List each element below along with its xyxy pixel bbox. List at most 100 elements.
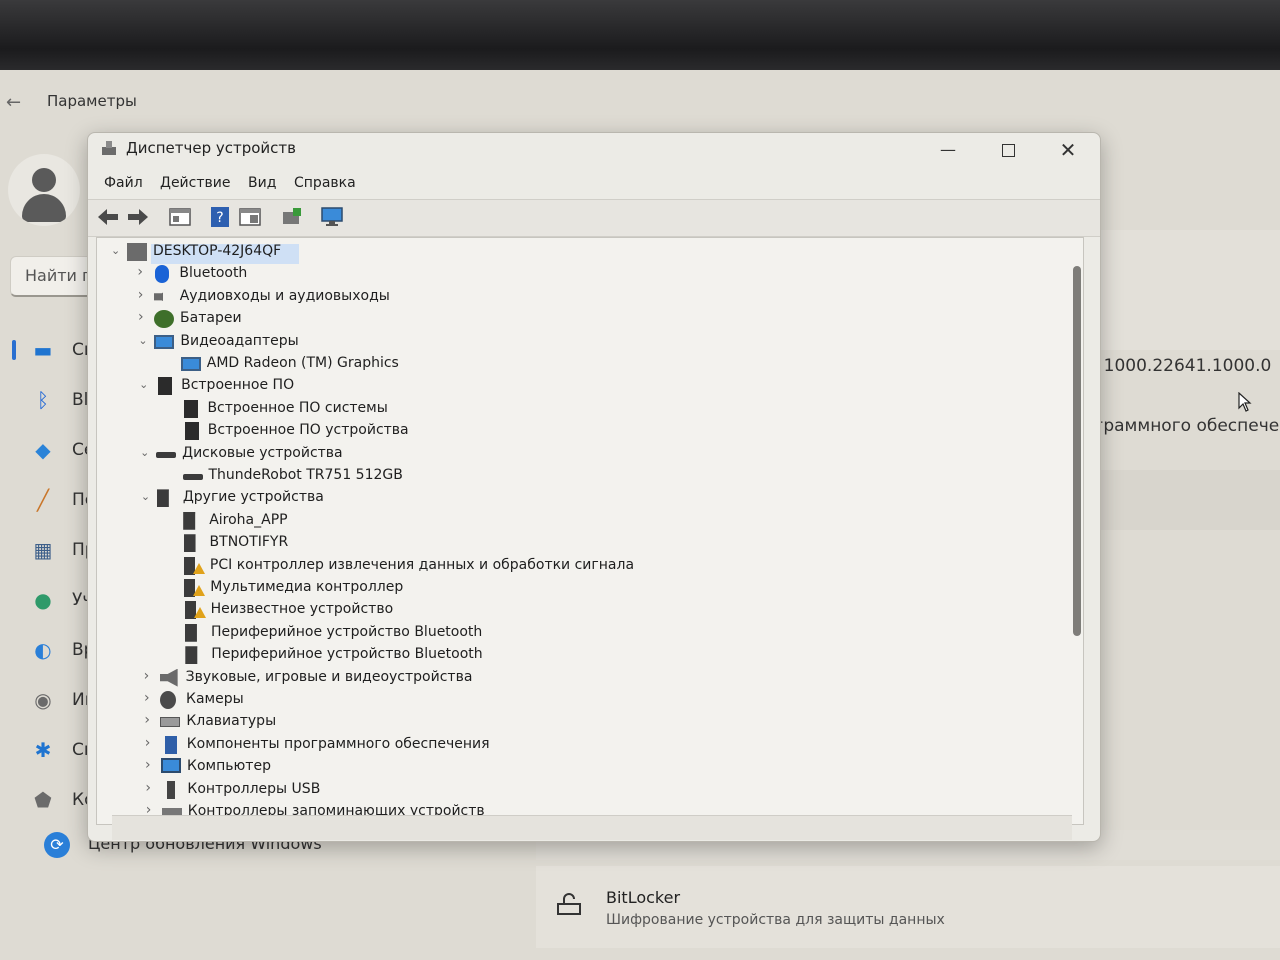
tree-item[interactable]: ⌄ Видеоадаптеры [138, 332, 1038, 354]
tree-item[interactable]: ⌄ Встроенное ПО [139, 376, 1039, 398]
search-placeholder: Найти п [25, 266, 93, 285]
tree-item[interactable]: Встроенное ПО системы [165, 399, 1065, 421]
tree-item[interactable]: › Компоненты программного обеспечения [145, 735, 1045, 757]
device-tree: ⌄ DESKTOP-42J64QF › Bluetooth › Аудиовходы и … [96, 237, 1084, 825]
wifi-icon: ◆ [35, 438, 51, 462]
tree-item[interactable]: ThundeRobot TR751 512GB [167, 466, 1067, 488]
tree-item[interactable]: PCI контроллер извлечения данных и обраб… [168, 556, 1068, 578]
chevron-down-icon[interactable]: ⌄ [111, 244, 123, 257]
tree-item[interactable]: › Клавиатуры [144, 712, 1044, 734]
tree-item-label: Камеры [186, 691, 244, 707]
tree-item[interactable]: Неизвестное устройство [169, 600, 1069, 622]
tree-item-label: Аудиовходы и аудиовыходы [179, 287, 390, 304]
tree-item-label: PCI контроллер извлечения данных и обраб… [209, 556, 635, 573]
tree-item-label: Другие устройства [182, 489, 324, 506]
view-icon[interactable] [238, 206, 262, 228]
close-button[interactable]: ✕ [1048, 137, 1088, 163]
firmware-icon [184, 399, 199, 418]
tree-item[interactable]: AMD Radeon (TM) Graphics [165, 354, 1065, 376]
device-manager-app-icon [102, 141, 116, 155]
title-bar[interactable]: Диспетчер устройств — ✕ [88, 133, 1100, 169]
tree-item-label: Мультимедиа контроллер [210, 579, 404, 595]
tree-item-label: Встроенное ПО [181, 377, 295, 394]
back-icon[interactable] [96, 206, 120, 228]
minimize-button[interactable]: — [928, 137, 968, 163]
disk-icon [182, 474, 203, 480]
chevron-right-icon[interactable]: › [145, 780, 157, 796]
chevron-down-icon[interactable]: ⌄ [138, 334, 150, 347]
tree-item-label: Батареи [180, 310, 242, 327]
tree-item[interactable]: ⌄? Другие устройства [141, 488, 1041, 510]
tree-item[interactable]: ? Периферийное устройство Bluetooth [169, 623, 1069, 645]
bluetooth-icon: ᛒ [37, 388, 49, 412]
chevron-right-icon[interactable]: › [144, 668, 156, 684]
display-adapter-icon [180, 357, 201, 371]
svg-text:?: ? [216, 210, 223, 226]
speaker-icon [153, 287, 172, 306]
disk-icon [156, 451, 177, 458]
tree-item-label: Периферийное устройство Bluetooth [210, 623, 483, 640]
battery-icon [154, 310, 175, 329]
tree-item-label: Клавиатуры [186, 713, 277, 730]
tree-item-label: DESKTOP-42J64QF [153, 243, 282, 259]
tree-item[interactable]: › Звуковые, игровые и видеоустройства [144, 668, 1044, 690]
unknown-device-icon: ? [183, 511, 196, 530]
tree-item-label: Airoha_APP [209, 511, 288, 528]
chevron-right-icon[interactable]: › [138, 309, 150, 325]
window-title: Диспетчер устройств [126, 139, 297, 157]
tree-item[interactable]: › Контроллеры USB [145, 780, 1045, 802]
version-text: к 1000.22641.1000.0 [1088, 356, 1272, 376]
firmware-icon [158, 377, 173, 396]
tree-item[interactable]: Встроенное ПО устройства [166, 421, 1066, 443]
help-icon[interactable]: ? [208, 206, 232, 228]
tree-item[interactable]: Мультимедиа контроллер [168, 578, 1068, 600]
unknown-device-icon: ? [185, 646, 198, 665]
chevron-down-icon[interactable]: ⌄ [140, 446, 152, 459]
properties-icon[interactable] [168, 206, 192, 228]
update-driver-icon[interactable] [280, 206, 304, 228]
monitor-scan-icon[interactable] [320, 206, 344, 228]
tree-item[interactable]: ? Airoha_APP [167, 511, 1067, 533]
bitlocker-card[interactable]: BitLocker Шифрование устройства для защи… [536, 866, 1280, 948]
menu-action[interactable]: Действие [160, 175, 230, 191]
tree-item[interactable]: ? Периферийное устройство Bluetooth [169, 645, 1069, 667]
tree-item[interactable]: › Bluetooth [137, 264, 1037, 286]
gamepad-icon: ◉ [34, 688, 52, 712]
tree-item-label: Компьютер [187, 758, 271, 775]
chevron-right-icon[interactable]: › [137, 264, 149, 280]
tree-item[interactable]: › Компьютер [145, 757, 1045, 779]
chevron-right-icon[interactable]: › [144, 712, 156, 728]
menu-help[interactable]: Справка [294, 175, 356, 191]
maximize-button[interactable] [988, 137, 1028, 163]
chevron-right-icon[interactable]: › [145, 757, 157, 773]
tree-item[interactable]: ⌄ Дисковые устройства [140, 444, 1040, 466]
forward-icon[interactable] [126, 206, 150, 228]
tree-item-label: Дисковые устройства [182, 444, 343, 461]
chevron-down-icon[interactable]: ⌄ [139, 378, 151, 391]
chevron-down-icon[interactable]: ⌄ [141, 490, 153, 503]
chevron-right-icon[interactable]: › [145, 735, 157, 751]
tree-item-label: Встроенное ПО устройства [207, 422, 409, 439]
unknown-device-icon: ? [156, 489, 169, 508]
chevron-right-icon[interactable]: › [138, 287, 150, 303]
tree-root-item[interactable]: ⌄ DESKTOP-42J64QF [111, 242, 1011, 264]
warning-device-icon [184, 579, 206, 597]
tree-item-label: Встроенное ПО системы [207, 399, 388, 416]
camera-icon [160, 691, 176, 709]
apps-icon: ▦ [33, 538, 53, 562]
menu-file[interactable]: Файл [104, 175, 143, 191]
vertical-scrollbar[interactable] [1073, 266, 1081, 636]
tree-item[interactable]: ? BTNOTIFYR [168, 533, 1068, 555]
unknown-device-icon: ? [184, 623, 197, 642]
tree-item-label: ThundeRobot TR751 512GB [208, 467, 403, 483]
menu-view[interactable]: Вид [248, 175, 276, 191]
tree-item[interactable]: › Батареи [138, 309, 1038, 331]
avatar[interactable] [8, 154, 80, 226]
tree-item[interactable]: › Аудиовходы и аудиовыходы [138, 287, 1038, 309]
chevron-right-icon[interactable]: › [144, 690, 156, 706]
back-arrow-icon[interactable]: ← [6, 92, 21, 113]
tree-item[interactable]: › Камеры [144, 690, 1044, 712]
tree-item-label: Неизвестное устройство [210, 601, 394, 618]
computer-icon [161, 758, 182, 774]
settings-right-panel-2 [1090, 470, 1280, 530]
